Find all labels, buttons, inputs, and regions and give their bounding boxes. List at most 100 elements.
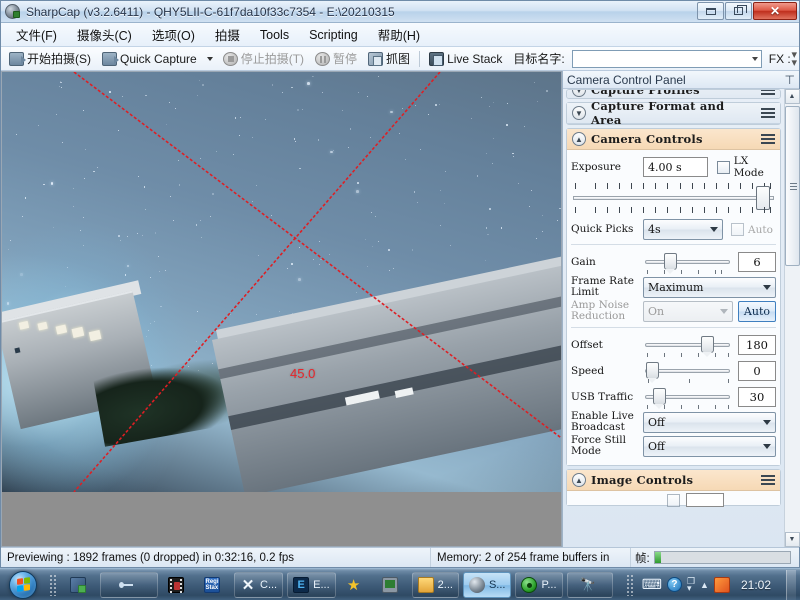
speed-value[interactable]: 0 [738,361,776,381]
menu-help[interactable]: 帮助(H) [369,22,429,47]
tray-grip[interactable] [625,573,635,596]
offset-slider[interactable] [645,333,730,357]
status-progress-label: 帧: [635,552,650,565]
taskbar-item-folder2-label: 2... [437,578,453,591]
exposure-input[interactable]: 4.00 s [643,157,708,177]
pin-icon[interactable]: ⊤ [785,73,795,87]
live-stack-icon [429,51,445,66]
menu-capture[interactable]: 拍摄 [206,22,249,47]
usb-traffic-value[interactable]: 30 [738,387,776,407]
menu-scripting[interactable]: Scripting [300,25,367,45]
taskbar-item-usb[interactable] [100,571,158,598]
section-capture-profiles-header[interactable]: ▼ Capture Profiles [567,90,780,98]
scroll-down-button[interactable]: ▼ [784,532,800,547]
menu-bar: 文件(F) 摄像头(C) 选项(O) 拍摄 Tools Scripting 帮助… [1,23,799,47]
live-stack-button[interactable]: Live Stack [425,51,506,67]
usb-traffic-slider-thumb[interactable] [652,388,666,409]
chevron-down-icon[interactable] [751,56,758,61]
exposure-slider[interactable] [573,181,774,215]
section-image-controls-header[interactable]: ▲ Image Controls [567,470,780,491]
section-capture-format-and-area[interactable]: ▼ Capture Format and Area [566,99,781,127]
taskbar-item-telescope[interactable]: 🔭 [566,571,613,598]
taskbar-item-e[interactable]: E E... [287,571,336,598]
usb-traffic-slider[interactable] [645,385,730,409]
tray-show-hidden-icon[interactable]: ▲ [700,580,709,590]
close-button[interactable]: ✕ [753,2,797,20]
taskbar-item-folder2[interactable]: 2... [411,571,459,598]
image-controls-value[interactable] [686,493,724,507]
enable-live-broadcast-row: Enable Live Broadcast Off [571,411,776,433]
section-capture-profiles[interactable]: ▼ Capture Profiles [566,89,781,99]
enable-live-broadcast-select[interactable]: Off [643,411,776,433]
start-button[interactable] [1,570,45,600]
tray-app-icon[interactable] [713,576,730,593]
menu-camera[interactable]: 摄像头(C) [68,22,141,47]
quick-picks-auto-checkbox[interactable] [731,223,744,236]
minimize-button[interactable] [697,2,724,20]
image-controls-checkbox[interactable] [667,493,680,507]
amp-noise-reduction-select[interactable]: On [643,300,733,322]
offset-value[interactable]: 180 [738,335,776,355]
gain-slider[interactable] [645,250,730,274]
scroll-up-button[interactable]: ▲ [784,89,800,104]
section-menu-icon[interactable] [761,475,775,485]
frame-rate-limit-select[interactable]: Maximum [643,276,776,298]
gain-slider-thumb[interactable] [663,253,677,274]
speed-slider-thumb[interactable] [645,362,659,383]
snapshot-button[interactable]: 抓图 [364,49,414,68]
taskbar-grip[interactable] [49,573,58,596]
video-camera-icon [102,51,119,66]
taskbar-item-p[interactable]: P... [515,571,563,598]
taskbar-clock[interactable]: 21:02 [735,578,777,592]
section-menu-icon[interactable] [761,108,775,118]
pause-button[interactable]: 暂停 [311,49,361,68]
taskbar-item-star[interactable]: ★ [340,572,372,598]
quick-capture-button[interactable]: Quick Capture [98,51,201,67]
section-menu-icon[interactable] [761,90,775,95]
taskbar-item-video[interactable] [162,572,194,598]
quick-capture-dropdown-icon[interactable] [206,56,213,61]
gain-row: Gain 6 [571,250,776,274]
green-folder-icon [70,576,86,593]
taskbar-item-sharpcap[interactable]: S... [462,571,512,598]
offset-slider-thumb[interactable] [701,336,715,357]
quick-picks-select[interactable]: 4s [643,219,723,240]
camera-preview-area[interactable]: 45.0 [1,71,562,547]
lx-mode-checkbox[interactable] [716,160,730,174]
section-camera-controls-header[interactable]: ▲ Camera Controls [567,129,780,150]
menu-tools[interactable]: Tools [251,25,298,45]
restore-button[interactable] [725,2,752,20]
scrollbar-track[interactable] [784,104,800,532]
force-still-mode-select[interactable]: Off [643,435,776,457]
taskbar-item-explorer[interactable] [64,572,96,598]
toolbar-overflow-button[interactable]: ▾ ▾ [791,50,797,69]
tray-help-icon[interactable]: ? [666,577,682,592]
target-name-input[interactable] [571,49,762,68]
section-capture-format-and-area-header[interactable]: ▼ Capture Format and Area [567,99,780,127]
start-capture-button[interactable]: 开始拍摄(S) [5,49,95,68]
gain-value[interactable]: 6 [738,252,776,272]
taskbar-item-registax[interactable]: Regi Stax [198,572,230,598]
show-desktop-button[interactable] [786,569,796,600]
speed-slider[interactable] [645,359,730,383]
amp-noise-reduction-row: Amp Noise Reduction On Auto [571,300,776,322]
amp-noise-reduction-auto-button[interactable]: Auto [737,300,776,322]
scrollbar-thumb[interactable] [784,106,800,266]
amp-noise-reduction-value: On [648,304,665,318]
exposure-row: Exposure 4.00 s LX Mode [571,155,776,179]
green-circle-icon [521,576,538,593]
target-name-label-text: 目标名字: [513,52,565,66]
tray-network-icon[interactable]: ❐ ▾ [687,576,695,592]
camera-control-panel: Camera Control Panel ⊤ ▼ Capture Profile… [562,71,800,547]
menu-file[interactable]: 文件(F) [7,22,66,47]
quick-picks-label: Quick Picks [571,223,634,235]
section-menu-icon[interactable] [761,134,775,144]
restore-icon [734,5,747,15]
menu-options[interactable]: 选项(O) [143,22,204,47]
camera-panel-scrollbar[interactable]: ▲ ▼ [784,89,800,547]
tray-keyboard-icon[interactable]: ⌨ [642,576,662,593]
stop-capture-button[interactable]: 停止拍摄(T) [219,49,308,68]
taskbar-item-c[interactable]: ✕ C... [234,571,284,598]
title-bar: SharpCap (v3.2.6411) - QHY5LII-C-61f7da1… [1,1,799,23]
taskbar-item-monitor[interactable] [376,572,408,598]
